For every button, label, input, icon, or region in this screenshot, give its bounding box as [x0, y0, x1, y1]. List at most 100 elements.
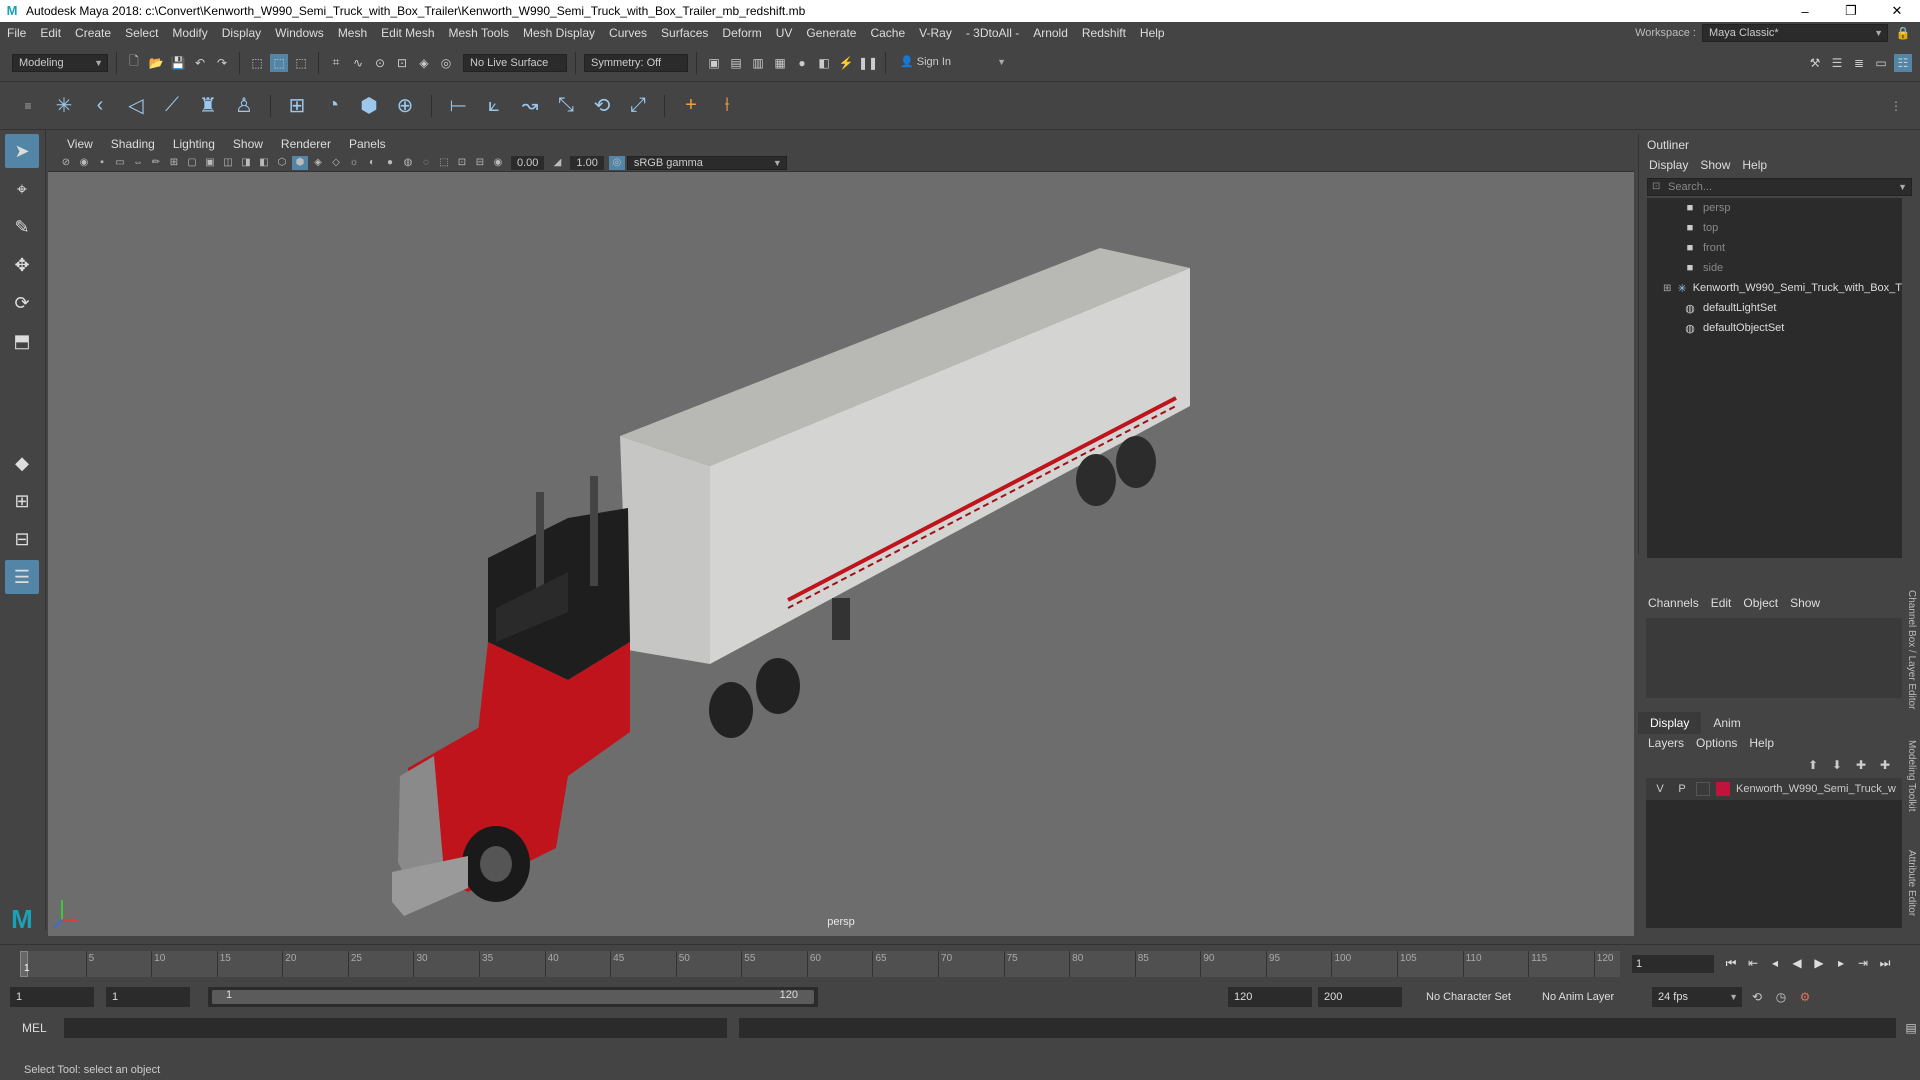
render-icon[interactable]: ▣	[705, 54, 723, 72]
menu-curves[interactable]: Curves	[602, 26, 654, 40]
go-to-start-icon[interactable]: ⏮	[1722, 953, 1740, 973]
bookmark-icon[interactable]: ▪	[94, 156, 110, 170]
current-frame-field[interactable]: 1	[1632, 955, 1714, 973]
list-item[interactable]: ◍ defaultLightSet	[1647, 298, 1902, 318]
layer-playback-toggle[interactable]: P	[1674, 783, 1690, 795]
select-component-icon[interactable]: ⬚	[292, 54, 310, 72]
constraint-icon[interactable]: ⟊	[713, 92, 741, 120]
wireframe-icon[interactable]: ⬡	[274, 156, 290, 170]
list-item[interactable]: ■ top	[1647, 218, 1902, 238]
wave-icon[interactable]: ⤢	[624, 92, 652, 120]
step-back-frame-icon[interactable]: ◂	[1766, 953, 1784, 973]
sine-icon[interactable]: ↝	[516, 92, 544, 120]
character-set-dropdown[interactable]: No Character Set	[1420, 987, 1530, 1007]
anim-end-field[interactable]: 200	[1318, 987, 1402, 1007]
layer-color-swatch[interactable]	[1716, 782, 1730, 796]
command-input[interactable]	[63, 1018, 727, 1038]
lattice-icon[interactable]: ⬢	[355, 92, 383, 120]
redo-icon[interactable]: ↷	[213, 54, 231, 72]
twist-icon[interactable]: ⟲	[588, 92, 616, 120]
menu-uv[interactable]: UV	[769, 26, 800, 40]
undo-icon[interactable]: ↶	[191, 54, 209, 72]
auto-key-icon[interactable]: ◷	[1772, 988, 1790, 1006]
menu-edit[interactable]: Edit	[33, 26, 68, 40]
workspace-dropdown[interactable]: Maya Classic* ▼	[1702, 24, 1888, 42]
loop-icon[interactable]: ⟲	[1748, 988, 1766, 1006]
outliner-menu-help[interactable]: Help	[1742, 158, 1767, 172]
menu-mesh-tools[interactable]: Mesh Tools	[442, 26, 516, 40]
open-scene-icon[interactable]: 📂	[147, 54, 165, 72]
menu-cache[interactable]: Cache	[863, 26, 912, 40]
play-forward-icon[interactable]: ▶	[1810, 953, 1828, 973]
go-to-end-icon[interactable]: ⏭	[1876, 953, 1894, 973]
new-layer-selected-icon[interactable]: ✚	[1876, 756, 1894, 774]
fps-dropdown[interactable]: 24 fps ▼	[1652, 987, 1742, 1007]
viewport-menu-lighting[interactable]: Lighting	[164, 137, 224, 151]
anim-start-field[interactable]: 1	[10, 987, 94, 1007]
isolate-select-icon[interactable]: ⬚	[436, 156, 452, 170]
2d-pan-icon[interactable]: ⇔	[130, 156, 146, 170]
outliner-menu-display[interactable]: Display	[1649, 158, 1688, 172]
maximize-button[interactable]: ❐	[1828, 3, 1874, 19]
snap-grid-icon[interactable]: ⌗	[327, 54, 345, 72]
attribute-editor-side-tab[interactable]: Attribute Editor	[1906, 850, 1917, 916]
viewport-menu-view[interactable]: View	[58, 137, 102, 151]
textured-icon[interactable]: ◇	[328, 156, 344, 170]
render-settings-icon[interactable]: ▦	[771, 54, 789, 72]
xray-joints-icon[interactable]: ⊟	[472, 156, 488, 170]
modeling-toolkit-icon[interactable]: ⚒	[1806, 54, 1824, 72]
channel-menu-edit[interactable]: Edit	[1711, 596, 1732, 610]
modeling-toolkit-side-tab[interactable]: Modeling Toolkit	[1906, 740, 1917, 812]
render-view-icon[interactable]: ◧	[815, 54, 833, 72]
anim-prefs-icon[interactable]: ⚙	[1796, 988, 1814, 1006]
minimize-button[interactable]: –	[1782, 4, 1828, 19]
list-item[interactable]: ■ side	[1647, 258, 1902, 278]
live-surface-field[interactable]: No Live Surface	[463, 53, 567, 72]
ik-spline-icon[interactable]: ◁	[122, 92, 150, 120]
field-chart-icon[interactable]: ◨	[238, 156, 254, 170]
viewport-menu-show[interactable]: Show	[224, 137, 272, 151]
film-gate-icon[interactable]: ▢	[184, 156, 200, 170]
range-handle[interactable]	[212, 990, 814, 1004]
render-sequence-icon[interactable]: ▤	[727, 54, 745, 72]
new-layer-icon[interactable]: ✚	[1852, 756, 1870, 774]
channel-box-side-tab[interactable]: Channel Box / Layer Editor	[1906, 590, 1917, 710]
menu-3dtoall[interactable]: - 3DtoAll -	[959, 26, 1026, 40]
channel-menu-show[interactable]: Show	[1790, 596, 1820, 610]
ambient-occlusion-icon[interactable]: ●	[382, 156, 398, 170]
new-scene-icon[interactable]: 🗋	[125, 54, 143, 72]
menu-windows[interactable]: Windows	[268, 26, 331, 40]
viewport-menu-panels[interactable]: Panels	[340, 137, 395, 151]
symmetry-dropdown[interactable]: Symmetry: Off	[584, 53, 688, 72]
script-editor-icon[interactable]: ▤	[1902, 1019, 1920, 1037]
move-tool-icon[interactable]: ✥	[5, 248, 39, 282]
channel-box-icon[interactable]: ☷	[1894, 53, 1912, 72]
menu-file[interactable]: File	[0, 26, 33, 40]
channel-menu-channels[interactable]: Channels	[1648, 596, 1699, 610]
expand-icon[interactable]: ⊞	[1663, 283, 1671, 294]
cluster-icon[interactable]: ⊕	[391, 92, 419, 120]
playback-start-field[interactable]: 1	[106, 987, 190, 1007]
scale-tool-icon[interactable]: ⬒	[5, 324, 39, 358]
grease-pencil-icon[interactable]: ✏	[148, 156, 164, 170]
redshift-render-icon[interactable]: ⚡	[837, 54, 855, 72]
color-space-dropdown[interactable]: sRGB gamma ▼	[626, 155, 787, 170]
exposure-field[interactable]: 0.00	[511, 155, 545, 170]
attribute-editor-icon[interactable]: ☰	[1828, 54, 1846, 72]
layer-type-toggle[interactable]	[1696, 782, 1710, 796]
list-item[interactable]: ■ front	[1647, 238, 1902, 258]
step-forward-key-icon[interactable]: ⇥	[1854, 953, 1872, 973]
ik-handle-icon[interactable]: ‹	[86, 92, 114, 120]
menu-deform[interactable]: Deform	[715, 26, 768, 40]
viewport-3d[interactable]: persp	[48, 172, 1634, 936]
time-ruler[interactable]: 5 10 15 20 25 30 35 40 45 50 55 60 65 70 75 80 85 90 95 100…	[20, 951, 1620, 977]
gate-mask-icon[interactable]: ◫	[220, 156, 236, 170]
gamma-field[interactable]: 1.00	[570, 155, 604, 170]
shelf-scroll-icon[interactable]: ⋮	[1882, 92, 1910, 120]
resolution-gate-icon[interactable]: ▣	[202, 156, 218, 170]
mode-dropdown[interactable]: Modeling ▼	[12, 53, 108, 72]
menu-create[interactable]: Create	[68, 26, 118, 40]
use-lights-icon[interactable]: ☼	[346, 156, 362, 170]
color-management-icon[interactable]: ◎	[608, 155, 625, 170]
image-plane-icon[interactable]: ▭	[112, 156, 128, 170]
